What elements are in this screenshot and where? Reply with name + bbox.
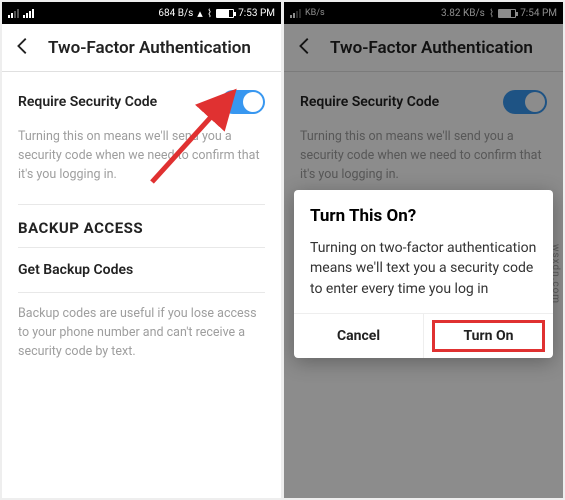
clock: 7:54 PM	[520, 8, 557, 19]
backup-description: Backup codes are useful if you lose acce…	[18, 293, 265, 381]
require-security-code-row[interactable]: Require Security Code	[18, 72, 265, 128]
toggle-description: Turning this on means we'll send you a s…	[18, 128, 265, 204]
battery-icon	[498, 9, 516, 18]
app-header: Two-Factor Authentication	[2, 24, 281, 72]
toggle-label: Require Security Code	[18, 94, 157, 110]
wifi-icon: ▴	[197, 7, 203, 20]
status-bar: 684 B/s ▴ ⌇ 7:53 PM	[2, 2, 281, 24]
signal-icon	[23, 8, 34, 18]
kb-icon: KB/s	[305, 8, 325, 18]
toggle-label: Require Security Code	[300, 94, 439, 110]
status-bar: KB/s 3.82 KB/s ⌇ 7:54 PM	[284, 2, 563, 24]
page-title: Two-Factor Authentication	[48, 38, 251, 58]
net-speed: 3.82 KB/s	[441, 8, 485, 19]
require-security-code-row[interactable]: Require Security Code	[300, 72, 547, 128]
signal-icon	[290, 8, 301, 18]
toggle-switch[interactable]	[503, 90, 547, 114]
battery-icon	[216, 9, 234, 18]
highlight-box-icon	[432, 320, 545, 352]
dialog-title: Turn This On?	[310, 206, 537, 226]
toggle-switch[interactable]	[221, 90, 265, 114]
back-arrow-icon[interactable]	[294, 35, 316, 61]
confirm-dialog: Turn This On? Turning on two-factor auth…	[294, 190, 553, 358]
cancel-button[interactable]: Cancel	[294, 314, 424, 358]
net-speed: 684 B/s	[158, 8, 193, 19]
get-backup-codes-link[interactable]: Get Backup Codes	[18, 248, 265, 293]
app-header: Two-Factor Authentication	[284, 24, 563, 72]
wifi-icon: ⌇	[207, 7, 212, 20]
back-arrow-icon[interactable]	[12, 35, 34, 61]
wifi-icon: ⌇	[489, 7, 494, 20]
phone-right: KB/s 3.82 KB/s ⌇ 7:54 PM Two-Factor Auth…	[284, 2, 563, 498]
phone-left: 684 B/s ▴ ⌇ 7:53 PM Two-Factor Authentic…	[2, 2, 281, 498]
section-backup-access: BACKUP ACCESS	[18, 204, 265, 248]
clock: 7:53 PM	[238, 8, 275, 19]
dialog-body: Turning on two-factor authentication mea…	[310, 238, 537, 299]
turn-on-button[interactable]: Turn On	[424, 314, 553, 358]
page-title: Two-Factor Authentication	[330, 38, 533, 58]
signal-icon	[8, 8, 19, 18]
watermark: wsxdn.com	[550, 244, 561, 304]
